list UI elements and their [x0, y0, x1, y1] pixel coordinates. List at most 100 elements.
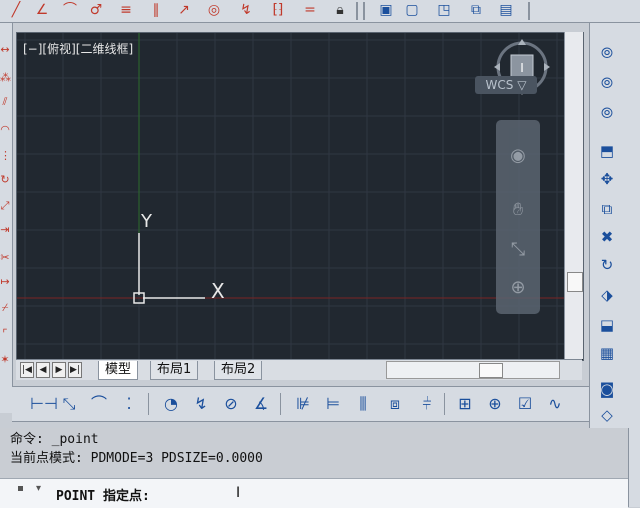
orbit-icon[interactable]: ⊕	[506, 276, 530, 300]
move-icon[interactable]: ↔	[0, 43, 10, 57]
toolbar-separator	[444, 393, 445, 415]
shell-icon[interactable]: ◙	[596, 379, 618, 399]
extend-icon[interactable]: ↦	[0, 275, 10, 289]
taper-faces-icon[interactable]: ⬗	[596, 285, 618, 305]
region-tool-icon[interactable]: ⁅⁆	[270, 2, 286, 18]
steering-wheel-icon[interactable]: ◉	[506, 144, 530, 168]
polyline-tool-icon[interactable]: ∠	[34, 2, 50, 18]
diameter-dim-icon[interactable]: ⊘	[220, 393, 242, 415]
angular-dim-icon[interactable]: ∡	[250, 393, 272, 415]
subtract-icon[interactable]: ⦾	[596, 73, 618, 93]
copy-faces-icon[interactable]: ⧉	[596, 199, 618, 219]
hatch-tool-icon[interactable]: ≡	[118, 2, 134, 18]
command-options-icon[interactable]	[18, 486, 23, 491]
rotate-faces-icon[interactable]: ↻	[596, 255, 618, 275]
pan-icon[interactable]: ✋︎	[506, 198, 530, 222]
aligned-dim-icon[interactable]: ⤡	[58, 393, 80, 415]
vertical-scrollbar-thumb[interactable]	[567, 272, 583, 292]
inspection-icon[interactable]: ☑	[514, 393, 536, 415]
tab-layout1[interactable]: 布局1	[150, 361, 199, 380]
intersect-icon[interactable]: ⦾	[596, 103, 618, 123]
command-history: 命令: _point 当前点模式: PDMODE=3 PDSIZE=0.0000	[10, 430, 610, 474]
first-tab-button[interactable]: |◀	[20, 362, 34, 378]
tolerance-icon[interactable]: ⊞	[454, 393, 476, 415]
union-icon[interactable]: ⦾	[596, 43, 618, 63]
color-faces-icon[interactable]: ▦	[596, 343, 618, 363]
text-cursor-icon: I	[236, 485, 241, 501]
horizontal-scrollbar-thumb[interactable]	[479, 363, 503, 378]
ordinate-dim-icon[interactable]: ⁚	[118, 393, 140, 415]
viewcube-face-label: I	[520, 61, 524, 75]
center-mark-icon[interactable]: ⊕	[484, 393, 506, 415]
line-tool-icon[interactable]: ╱	[8, 2, 24, 18]
dimension-toolbar: ⊢⊣ ⤡ ⌒ ⁚ ◔ ↯ ⊘ ∡ ⊯ ⊨ ⫼ ⧈ ⫩ ⊞ ⊕ ☑ ∿	[12, 386, 589, 422]
command-history-line: 命令: _point	[10, 432, 99, 447]
revcloud-tool-icon[interactable]: ↯	[238, 2, 254, 18]
continue-dim-icon[interactable]: ⫼	[352, 393, 374, 415]
window-icon[interactable]: ▢	[404, 2, 420, 18]
equal-tool-icon[interactable]: =	[302, 2, 318, 18]
baseline-dim-icon[interactable]: ⊨	[322, 393, 344, 415]
next-tab-button[interactable]: ▶	[52, 362, 66, 378]
right-toolbar: ⦾ ⦾ ⦾ ⬒ ✥ ⧉ ✖ ↻ ⬗ ⬓ ▦ ◙ ◇	[589, 23, 640, 430]
delete-faces-icon[interactable]: ✖	[596, 227, 618, 247]
mirror-icon[interactable]: ⫽	[0, 95, 10, 109]
dim-break-icon[interactable]: ⫩	[416, 393, 438, 415]
jogged-dim-icon[interactable]: ↯	[190, 393, 212, 415]
array-icon[interactable]: ⋮	[0, 149, 11, 163]
tab-layout2[interactable]: 布局2	[214, 361, 263, 380]
frame-icon[interactable]: ◳	[436, 2, 452, 18]
multiline-tool-icon[interactable]: ∥	[148, 2, 164, 18]
command-scrollbar[interactable]	[628, 428, 640, 507]
ucs-y-label: Y	[140, 211, 153, 232]
toolbar-separator	[356, 2, 358, 20]
ole-icon[interactable]: ▤	[498, 2, 514, 18]
scale-icon[interactable]: ⤢	[0, 199, 10, 213]
toolbar-separator	[148, 393, 149, 415]
jogged-linear-icon[interactable]: ∿	[544, 393, 566, 415]
move3d-icon[interactable]: ✥	[596, 169, 618, 189]
radius-dim-icon[interactable]: ◔	[160, 393, 182, 415]
command-history-line: 当前点模式: PDMODE=3 PDSIZE=0.0000	[10, 451, 263, 466]
last-tab-button[interactable]: ▶|	[68, 362, 82, 378]
box-icon[interactable]: ⬒	[596, 141, 618, 161]
ucs-x-label: X	[211, 279, 225, 303]
horizontal-scrollbar[interactable]	[386, 361, 560, 379]
dim-space-icon[interactable]: ⧈	[384, 393, 406, 415]
lock-icon[interactable]: 🔒︎	[332, 2, 348, 18]
stretch-icon[interactable]: ⇥	[0, 223, 10, 237]
navigation-bar: ◉ ✋︎ ⤡ ⊕	[496, 120, 540, 314]
wcs-dropdown[interactable]: WCS ▽	[475, 76, 537, 94]
trim-icon[interactable]: ✂	[0, 251, 10, 265]
fillet-icon[interactable]: ⌜	[0, 327, 10, 341]
quick-dim-icon[interactable]: ⊯	[292, 393, 314, 415]
break-icon[interactable]: ⌿	[0, 301, 10, 315]
explode-icon[interactable]: ✶	[0, 353, 10, 367]
donut-tool-icon[interactable]: ◎	[206, 2, 222, 18]
block-icon[interactable]: ▣	[378, 2, 394, 18]
top-toolbar: ╱ ∠ ⌒ ♂ ≡ ∥ ↗ ◎ ↯ ⁅⁆ = 🔒︎ ▣ ▢ ◳ ⧉ ▤	[0, 0, 640, 23]
copy-icon[interactable]: ⁂	[0, 71, 11, 85]
separate-icon[interactable]: ◇	[596, 405, 618, 425]
command-recent-dropdown-icon[interactable]: ▾	[36, 483, 41, 494]
zoom-extents-icon[interactable]: ⤡	[506, 238, 530, 262]
offset-icon[interactable]: ◠	[0, 123, 10, 137]
command-prompt: POINT 指定点:	[56, 489, 150, 504]
extrude-faces-icon[interactable]: ⬓	[596, 315, 618, 335]
toolbar-separator	[280, 393, 281, 415]
prev-tab-button[interactable]: ◀	[36, 362, 50, 378]
tab-model[interactable]: 模型	[98, 361, 139, 380]
arc-length-dim-icon[interactable]: ⌒	[88, 393, 110, 415]
polygon-tool-icon[interactable]: ⌒	[62, 2, 78, 18]
image-icon[interactable]: ⧉	[468, 2, 484, 18]
toolbar-separator	[363, 2, 365, 20]
rotate-icon[interactable]: ↻	[0, 173, 10, 187]
ray-tool-icon[interactable]: ↗	[176, 2, 192, 18]
vertical-scrollbar[interactable]	[564, 32, 583, 359]
toolbar-separator	[528, 2, 530, 20]
spline-tool-icon[interactable]: ♂	[88, 2, 104, 18]
viewport-label[interactable]: [−][俯视][二维线框]	[23, 40, 133, 57]
left-toolbar: ↔ ⁂ ⫽ ◠ ⋮ ↻ ⤢ ⇥ ✂ ↦ ⌿ ⌜ ✶	[0, 23, 13, 413]
command-line[interactable]: ▾ POINT 指定点: I	[0, 478, 628, 508]
linear-dim-icon[interactable]: ⊢⊣	[30, 393, 58, 415]
